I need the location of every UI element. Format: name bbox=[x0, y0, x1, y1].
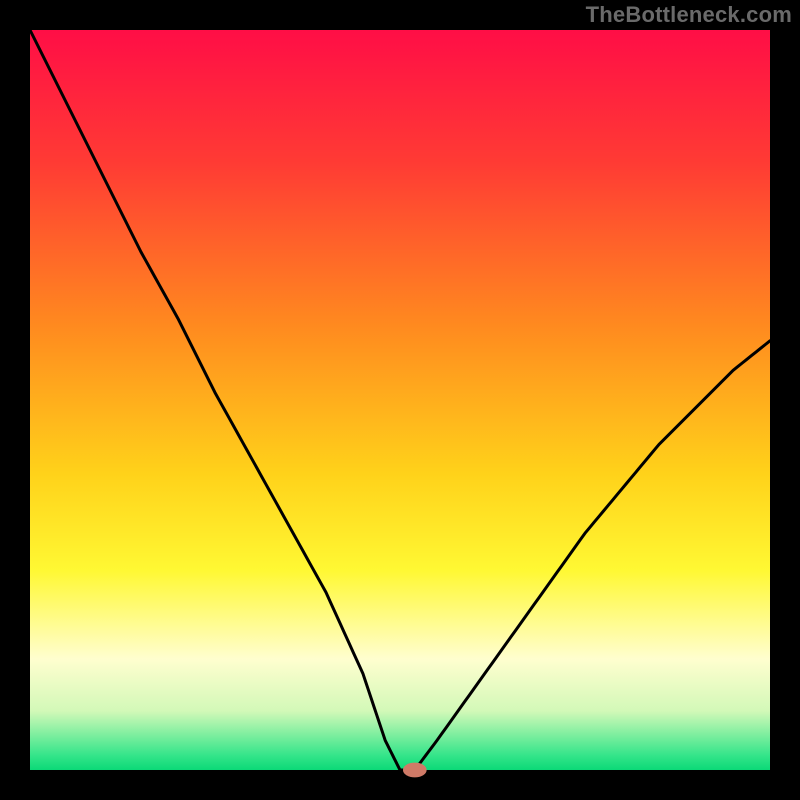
plot-area bbox=[30, 30, 770, 770]
optimal-point-marker bbox=[403, 763, 427, 778]
chart-stage: TheBottleneck.com bbox=[0, 0, 800, 800]
bottleneck-chart bbox=[0, 0, 800, 800]
watermark-text: TheBottleneck.com bbox=[586, 2, 792, 28]
